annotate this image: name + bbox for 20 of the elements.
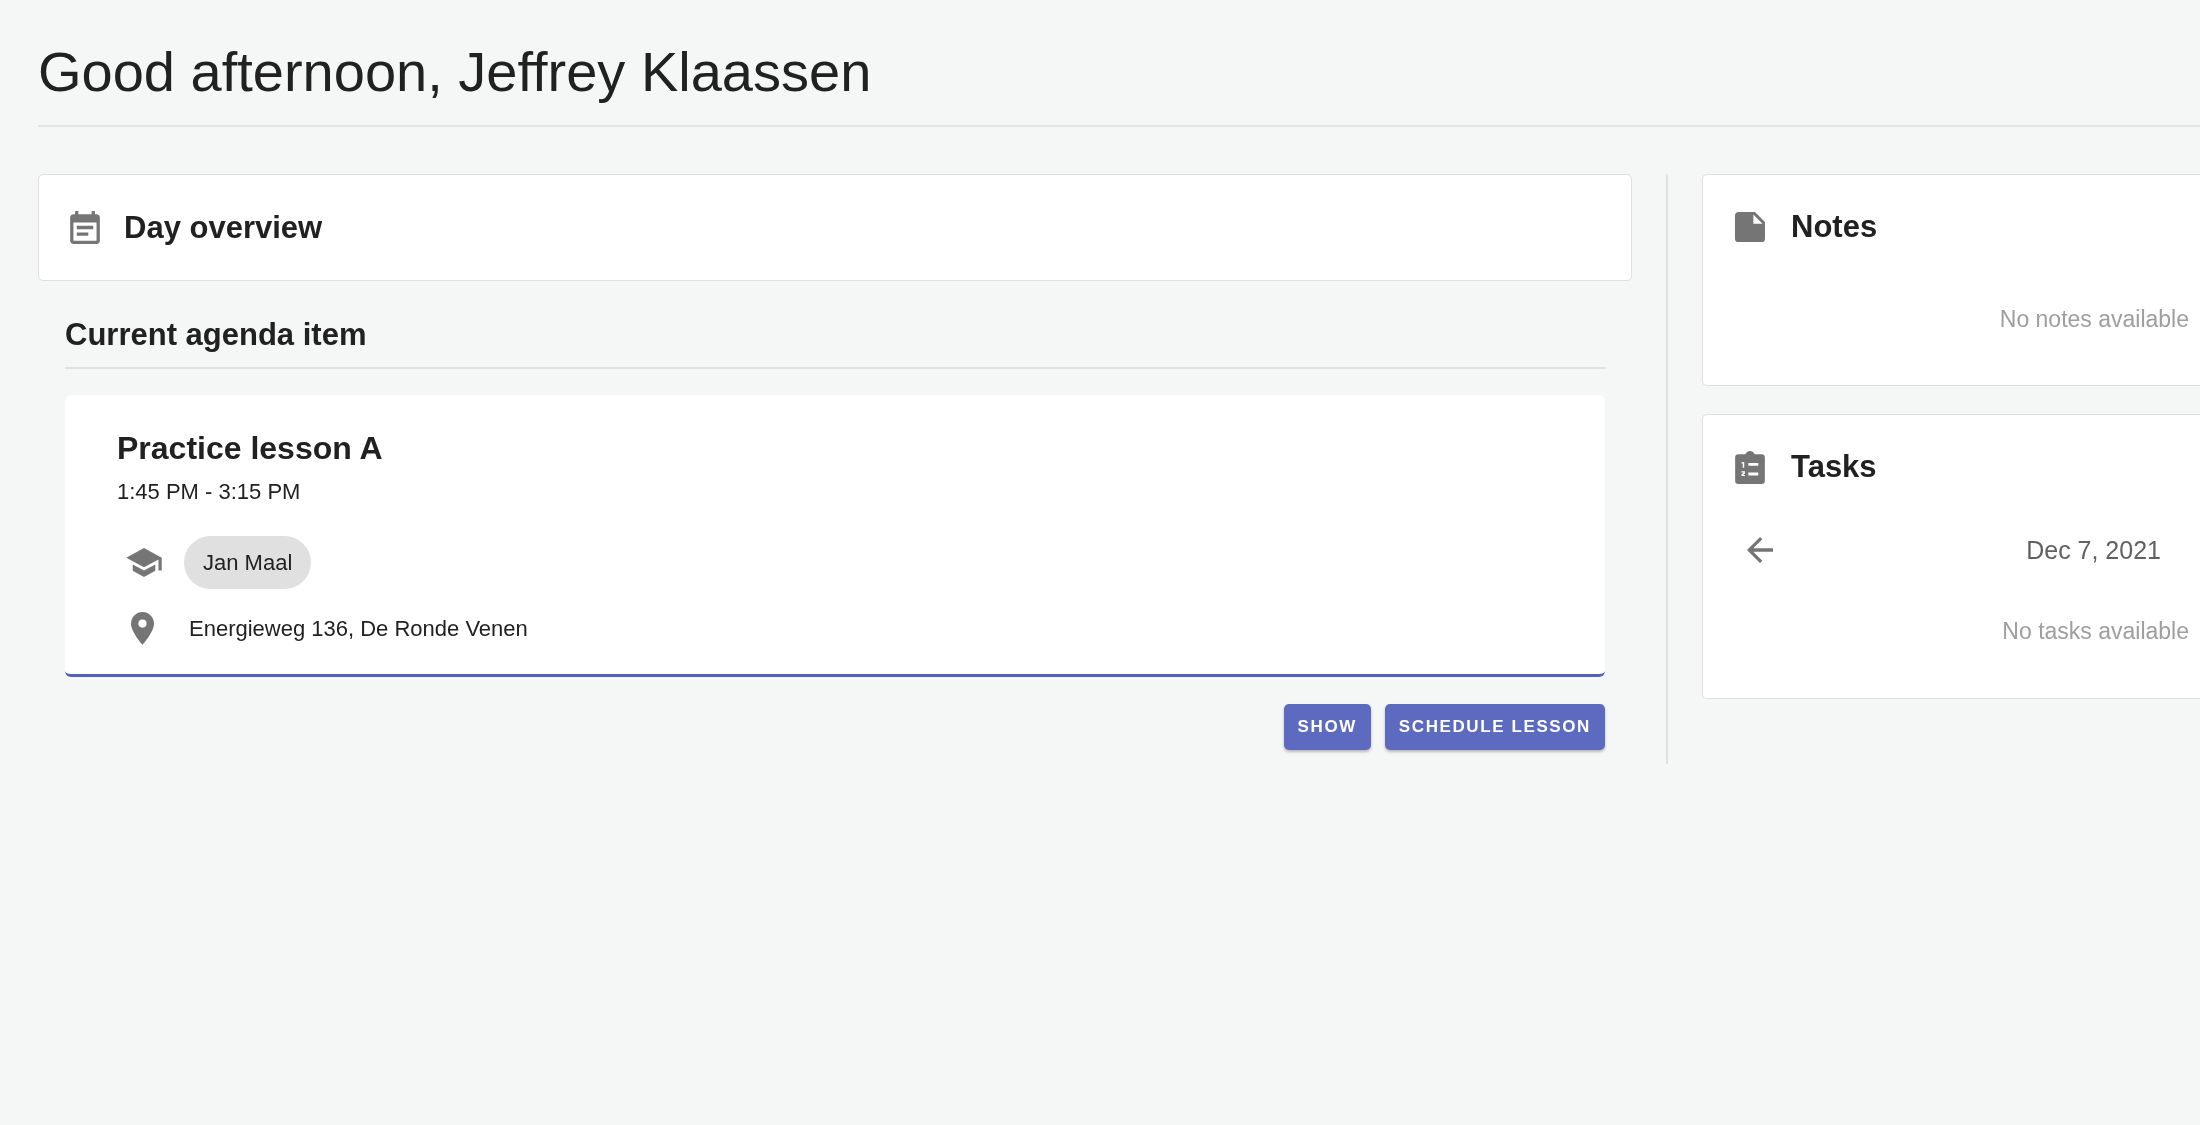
notes-title: Notes [1791,208,1878,246]
lesson-time: 1:45 PM - 3:15 PM [117,479,301,505]
arrow-left-icon[interactable] [1747,537,1773,563]
graduation-cap-icon [126,548,162,577]
show-button[interactable]: SHOW [1283,704,1371,750]
student-chip: Jan Maal [184,536,312,589]
day-overview-title: Day overview [124,208,323,247]
greeting-heading: Good afternoon, Jeffrey Klaassen [38,40,872,104]
task-date: Dec 7, 2021 [2026,535,2161,565]
lesson-address: Energieweg 136, De Ronde Venen [189,615,528,642]
empty-notes-text: No notes available [1999,306,2189,333]
calendar-icon [70,211,100,244]
empty-tasks-text: No tasks available [2002,618,2189,645]
clipboard-list-icon [1735,450,1765,484]
section-heading: Current agenda item [65,317,367,353]
map-pin-icon [131,612,154,645]
lesson-title: Practice lesson A [117,429,383,467]
note-icon [1735,212,1765,242]
schedule-lesson-button[interactable]: SCHEDULE LESSON [1384,704,1605,750]
tasks-title: Tasks [1791,448,1877,486]
